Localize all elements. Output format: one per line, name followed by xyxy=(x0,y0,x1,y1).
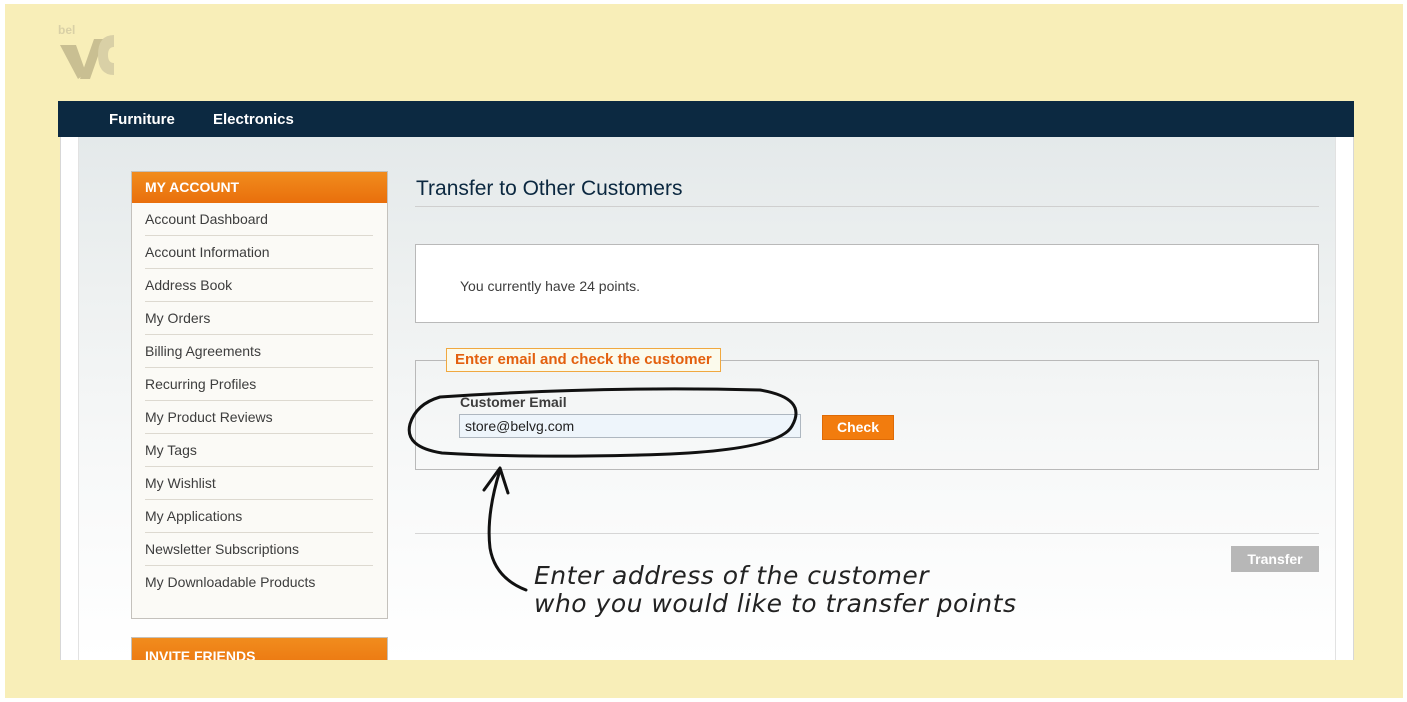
check-button[interactable]: Check xyxy=(822,415,894,440)
sidebar-item-newsletter-subscriptions[interactable]: Newsletter Subscriptions xyxy=(145,533,373,566)
annotation-line-1: Enter address of the customer xyxy=(534,561,930,590)
points-box: You currently have 24 points. xyxy=(415,244,1319,323)
customer-email-label: Customer Email xyxy=(460,394,567,410)
sidebar-item-recurring-profiles[interactable]: Recurring Profiles xyxy=(145,368,373,401)
sidebar-item-my-orders[interactable]: My Orders xyxy=(145,302,373,335)
annotation-text: Enter address of the customer who you wo… xyxy=(534,562,1016,618)
sidebar-title: MY ACCOUNT xyxy=(132,172,387,203)
nav-item-electronics[interactable]: Electronics xyxy=(213,111,294,128)
svg-text:bel: bel xyxy=(58,23,75,37)
invite-friends-block: INVITE FRIENDS xyxy=(131,637,388,660)
sidebar-item-my-applications[interactable]: My Applications xyxy=(145,500,373,533)
fieldset-legend: Enter email and check the customer xyxy=(446,348,721,372)
sidebar-item-my-product-reviews[interactable]: My Product Reviews xyxy=(145,401,373,434)
nav-item-furniture[interactable]: Furniture xyxy=(109,111,175,128)
customer-email-input[interactable] xyxy=(459,414,801,438)
annotation-line-2: who you would like to transfer points xyxy=(534,589,1017,618)
account-sidebar: MY ACCOUNT Account Dashboard Account Inf… xyxy=(131,171,388,619)
transfer-button[interactable]: Transfer xyxy=(1231,546,1319,572)
buttons-divider xyxy=(415,533,1319,534)
page-title: Transfer to Other Customers xyxy=(416,177,683,200)
sidebar-item-my-wishlist[interactable]: My Wishlist xyxy=(145,467,373,500)
title-divider xyxy=(415,206,1319,207)
sidebar-item-billing-agreements[interactable]: Billing Agreements xyxy=(145,335,373,368)
sidebar-item-account-information[interactable]: Account Information xyxy=(145,236,373,269)
sidebar-item-my-tags[interactable]: My Tags xyxy=(145,434,373,467)
sidebar-item-address-book[interactable]: Address Book xyxy=(145,269,373,302)
sidebar-item-my-downloadable-products[interactable]: My Downloadable Products xyxy=(145,566,373,598)
belvg-logo: bel xyxy=(58,23,114,79)
sidebar-item-account-dashboard[interactable]: Account Dashboard xyxy=(145,203,373,236)
points-balance-text: You currently have 24 points. xyxy=(460,278,641,294)
top-navigation: Furniture Electronics xyxy=(58,101,1354,137)
invite-friends-title: INVITE FRIENDS xyxy=(132,638,387,660)
